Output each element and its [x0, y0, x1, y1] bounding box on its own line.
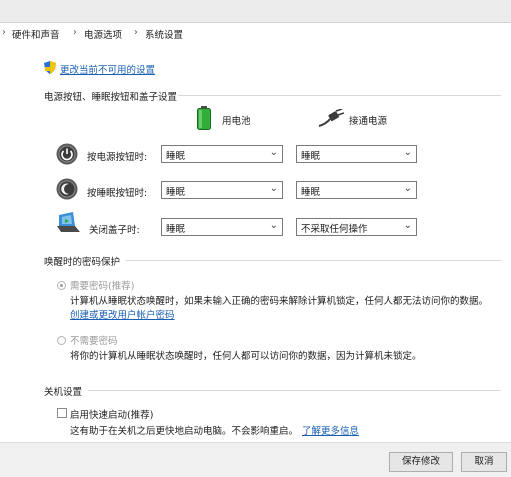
divider	[88, 390, 501, 391]
chevron-down-icon: ⌄	[269, 183, 278, 194]
save-button[interactable]: 保存修改	[389, 452, 453, 472]
laptop-lid-icon	[57, 212, 80, 232]
fast-startup-checkbox[interactable]	[57, 408, 67, 418]
no-password-label: 不需要密码	[70, 336, 118, 347]
create-password-link[interactable]: 创建或更改用户帐户密码	[70, 307, 175, 321]
divider	[126, 260, 501, 261]
shield-icon	[44, 61, 56, 74]
shutdown-section-title: 关机设置	[44, 387, 83, 398]
no-password-desc: 将你的计算机从睡眠状态唤醒时，任何人都可以访问你的数据，因为计算机未锁定。	[70, 351, 422, 362]
battery-column-label: 用电池	[222, 116, 251, 127]
wake-section-title: 唤醒时的密码保护	[44, 257, 121, 268]
chevron-down-icon: ⌄	[403, 147, 412, 158]
plugged-column-label: 接通电源	[349, 116, 388, 127]
title-bar	[0, 0, 511, 23]
breadcrumb: › 硬件和声音 › 电源选项 › 系统设置	[0, 27, 511, 43]
chevron-right-icon: ›	[2, 27, 6, 38]
sleep-button-plugged-select[interactable]: 睡眠 ⌄	[296, 181, 417, 199]
require-password-radio[interactable]	[57, 281, 66, 290]
sleep-button-battery-select[interactable]: 睡眠 ⌄	[161, 181, 283, 199]
power-button-plugged-select[interactable]: 睡眠 ⌄	[296, 145, 417, 163]
lid-close-label: 关闭盖子时:	[89, 225, 140, 236]
chevron-down-icon: ⌄	[269, 147, 278, 158]
chevron-down-icon: ⌄	[403, 220, 412, 231]
chevron-down-icon: ⌄	[269, 220, 278, 231]
change-settings-link[interactable]: 更改当前不可用的设置	[60, 62, 155, 76]
fast-startup-desc: 这有助于在关机之后更快地启动电脑。不会影响重启。	[70, 426, 299, 437]
divider	[178, 95, 501, 96]
require-password-desc: 计算机从睡眠状态唤醒时，如果未输入正确的密码来解除计算机锁定，任何人都无法访问你…	[70, 296, 489, 307]
lid-close-plugged-select[interactable]: 不采取任何操作 ⌄	[296, 218, 417, 236]
power-plug-icon	[318, 109, 344, 127]
cancel-button[interactable]: 取消	[461, 452, 507, 472]
power-button-icon	[56, 143, 78, 165]
breadcrumb-item-system[interactable]: 系统设置	[145, 27, 183, 41]
battery-icon	[197, 106, 211, 130]
no-password-radio[interactable]	[57, 336, 66, 345]
sleep-button-label: 按睡眠按钮时:	[87, 188, 148, 199]
power-button-label: 按电源按钮时:	[87, 152, 148, 163]
lid-close-battery-select[interactable]: 睡眠 ⌄	[161, 218, 283, 236]
sleep-button-icon	[56, 178, 78, 200]
fast-startup-label: 启用快速启动(推荐)	[70, 410, 154, 421]
chevron-down-icon: ⌄	[403, 183, 412, 194]
breadcrumb-item-hardware[interactable]: 硬件和声音	[12, 27, 60, 41]
chevron-right-icon: ›	[73, 27, 77, 38]
learn-more-link[interactable]: 了解更多信息	[302, 423, 359, 437]
power-button-battery-select[interactable]: 睡眠 ⌄	[161, 145, 283, 163]
breadcrumb-item-power[interactable]: 电源选项	[84, 27, 122, 41]
power-section-title: 电源按钮、睡眠按钮和盖子设置	[44, 92, 178, 103]
chevron-right-icon: ›	[134, 27, 138, 38]
require-password-label: 需要密码(推荐)	[70, 281, 135, 292]
